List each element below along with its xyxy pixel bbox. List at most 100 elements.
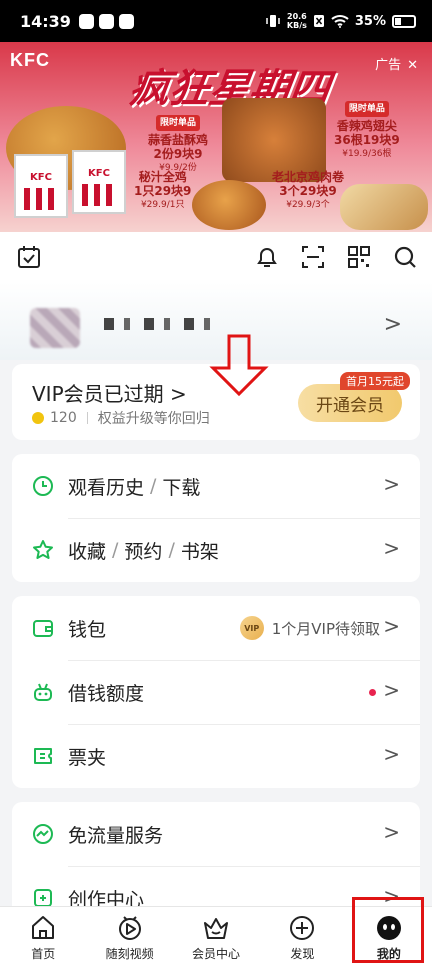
list-item-wallet[interactable]: 钱包 VIP 1个月VIP待领取 > <box>12 596 420 660</box>
kfc-logo: KFC <box>10 50 50 70</box>
list-item-collections[interactable]: 收藏 / 预约 / 书架 > <box>12 518 420 582</box>
video-icon <box>118 916 141 940</box>
promo-price: 3个29块9 <box>279 184 337 198</box>
status-time: 14:39 <box>20 11 71 31</box>
notification-dot <box>369 688 376 696</box>
create-icon <box>34 889 52 907</box>
app-notification-icon <box>98 13 114 29</box>
ticket-icon <box>34 748 52 764</box>
status-bar: 14:39 20.6 KB/s 35% <box>0 0 432 42</box>
vip-title[interactable]: VIP会员已过期 > <box>32 378 187 407</box>
divider <box>86 412 88 424</box>
separator: / <box>168 539 175 561</box>
calendar-check-icon[interactable] <box>16 244 42 270</box>
home-icon <box>32 916 55 939</box>
list-item-credit[interactable]: 借钱额度 > <box>12 660 420 724</box>
promo-tag: 限时单品 <box>156 115 201 131</box>
net-speed-value: 20.6 <box>287 12 307 21</box>
qr-code-icon[interactable] <box>346 244 372 270</box>
bell-icon[interactable] <box>254 244 280 270</box>
list-item-free-data[interactable]: 免流量服务 > <box>12 802 420 866</box>
promo-whole-chicken: 秘汁全鸡 1只29块9 ¥29.9/1只 <box>134 170 191 212</box>
promo-name: 老北京鸡肉卷 <box>272 170 345 184</box>
net-speed-unit: KB/s <box>286 21 307 30</box>
download-label[interactable]: 下载 <box>162 473 200 500</box>
vip-chip-icon: VIP <box>239 616 264 640</box>
bookshelf-label[interactable]: 书架 <box>181 537 219 564</box>
promo-tag: 限时单品 <box>344 101 389 117</box>
crown-icon <box>204 918 229 939</box>
wallet-promo: VIP 1个月VIP待领取 <box>239 616 380 640</box>
kfc-bucket-image <box>72 150 126 214</box>
promo-name: 香辣鸡翅尖 <box>336 119 397 133</box>
chevron-right-icon: > <box>383 678 400 702</box>
list-item-tickets[interactable]: 票夹 > <box>12 724 420 788</box>
down-arrow-annotation-icon <box>209 334 269 397</box>
nav-discover-label: 发现 <box>290 947 315 961</box>
promo-chicken-wing-tips: 限时单品 香辣鸡翅尖 36根19块9 ¥19.9/36根 <box>334 100 400 161</box>
history-label[interactable]: 观看历史 <box>68 473 144 500</box>
highlight-annotation-box <box>352 897 424 963</box>
flow-icon <box>33 824 53 844</box>
plus-icon <box>290 916 315 940</box>
promo-price: 36根19块9 <box>334 133 400 147</box>
wallet-promo-text: 1个月VIP待领取 <box>271 619 380 638</box>
menu-card-history: 观看历史 / 下载 > 收藏 / 预约 / 书架 > <box>12 454 420 582</box>
ad-label: 广告 <box>375 58 402 73</box>
promo-popcorn-chicken: 限时单品 蒜香盐酥鸡 2份9块9 ¥9.9/2份 <box>148 114 208 175</box>
status-right: 20.6 KB/s 35% <box>265 12 416 30</box>
chevron-right-icon: > <box>383 536 400 560</box>
search-icon[interactable] <box>392 244 418 270</box>
battery-percent: 35% <box>354 13 386 29</box>
vip-subtitle-text: 权益升级等你回归 <box>97 411 210 427</box>
vip-subtitle: 120 权益升级等你回归 <box>32 408 210 428</box>
kfc-bucket-image <box>14 154 68 218</box>
vibrate-icon <box>266 15 280 27</box>
promo-name: 秘汁全鸡 <box>138 170 187 184</box>
chevron-right-icon: > <box>383 614 400 638</box>
battery-icon <box>392 14 416 28</box>
nav-vip-center-label: 会员中心 <box>192 947 241 961</box>
ad-close-button[interactable]: 广告 <box>375 54 418 73</box>
wallet-icon <box>33 620 53 637</box>
list-item-history-download[interactable]: 观看历史 / 下载 > <box>12 454 420 518</box>
kfc-ad-banner[interactable]: KFC 疯狂星期四 广告 限时单品 蒜香盐酥鸡 2份9块9 ¥9.9/2份 限时… <box>0 42 432 232</box>
vip-offer-badge: 首月15元起 <box>340 372 410 390</box>
coin-icon <box>32 412 44 424</box>
creator-center-label: 创作中心 <box>68 888 145 909</box>
username-blurred <box>104 318 212 330</box>
avatar[interactable] <box>30 308 80 348</box>
nav-discover[interactable]: 发现 <box>259 907 345 964</box>
nav-video[interactable]: 随刻视频 <box>86 907 172 964</box>
favorites-label[interactable]: 收藏 <box>68 537 106 564</box>
nav-video-label: 随刻视频 <box>105 947 154 961</box>
nav-vip-center[interactable]: 会员中心 <box>173 907 259 964</box>
promo-unit-price: ¥29.9/3个 <box>286 200 330 210</box>
promo-unit-price: ¥29.9/1只 <box>140 200 185 210</box>
chevron-right-icon: > <box>383 472 400 496</box>
reservations-label[interactable]: 预约 <box>124 537 162 564</box>
tickets-label: 票夹 <box>68 746 107 769</box>
vip-points: 120 <box>50 410 77 426</box>
promo-price: 2份9块9 <box>153 147 203 161</box>
scan-icon[interactable] <box>300 244 326 270</box>
promo-name: 蒜香盐酥鸡 <box>148 133 209 147</box>
top-toolbar <box>0 232 432 282</box>
notification-icons <box>78 13 134 29</box>
chevron-right-icon: > <box>383 312 402 337</box>
promo-price: 1只29块9 <box>134 184 192 198</box>
sim-icon <box>313 15 324 27</box>
roast-chicken-image <box>192 180 266 230</box>
promo-chicken-wrap: 老北京鸡肉卷 3个29块9 ¥29.9/3个 <box>272 170 344 212</box>
chevron-right-icon: > <box>383 742 400 766</box>
star-icon <box>33 540 53 559</box>
robot-icon <box>34 683 52 701</box>
wallet-label: 钱包 <box>68 618 107 641</box>
chicken-wrap-image <box>340 184 428 230</box>
menu-card-finance: 钱包 VIP 1个月VIP待领取 > 借钱额度 > 票夹 > <box>12 596 420 788</box>
credit-label: 借钱额度 <box>68 682 145 705</box>
chevron-right-icon: > <box>383 820 400 844</box>
nav-home[interactable]: 首页 <box>0 907 86 964</box>
app-notification-icon <box>118 13 134 29</box>
wifi-icon <box>331 15 349 28</box>
